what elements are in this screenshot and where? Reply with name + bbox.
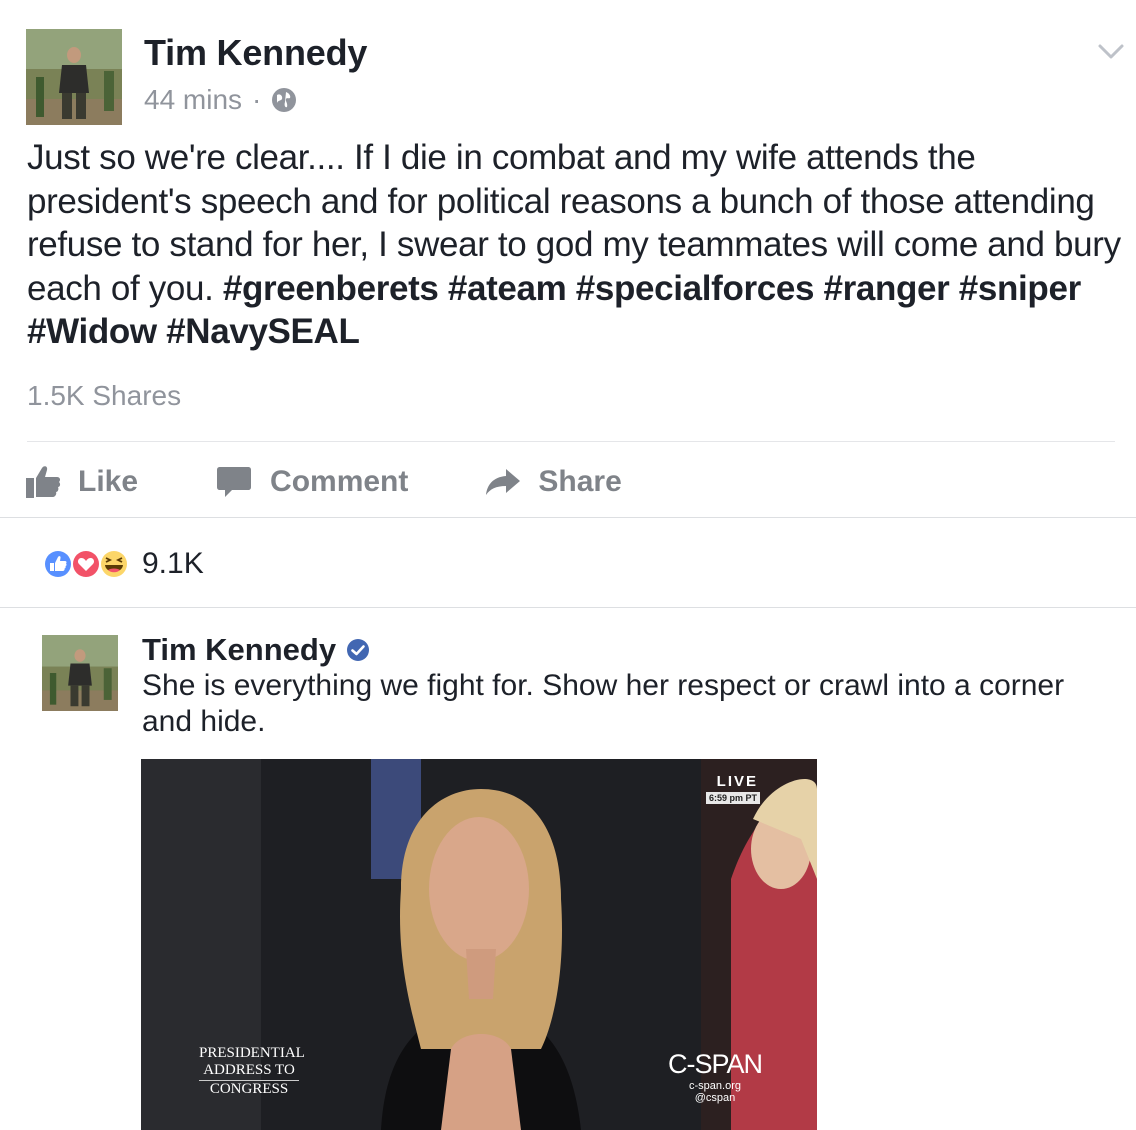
post-meta: 44 mins · (144, 84, 297, 116)
action-bar: Like Comment Share (24, 458, 622, 506)
haha-reaction-icon (99, 549, 129, 579)
caption-line: PRESIDENTIAL (199, 1045, 305, 1061)
divider (0, 607, 1136, 608)
comment-label: Comment (270, 465, 409, 498)
verified-badge-icon (347, 639, 370, 661)
author-name[interactable]: Tim Kennedy (144, 32, 367, 74)
like-reaction-icon (43, 549, 73, 579)
shares-count[interactable]: 1.5K Shares (27, 380, 181, 412)
globe-icon[interactable] (271, 87, 297, 113)
chevron-down-icon[interactable] (1096, 36, 1126, 66)
thumbs-up-icon (26, 466, 61, 498)
avatar-photo (26, 29, 122, 125)
reaction-icons (43, 549, 129, 579)
avatar-photo (42, 635, 118, 711)
cspan-handle: @cspan (694, 1092, 736, 1104)
comment-icon (217, 467, 252, 497)
share-label: Share (538, 465, 622, 498)
cspan-logo: C-SPAN (667, 1049, 763, 1079)
caption-rule (199, 1080, 299, 1081)
live-time: 6:59 pm PT (705, 792, 760, 804)
like-label: Like (78, 465, 139, 498)
reactions-summary[interactable]: 9.1K (40, 546, 204, 582)
share-arrow-icon (486, 469, 521, 495)
share-button[interactable]: Share (484, 465, 622, 499)
post-time[interactable]: 44 mins (144, 84, 242, 116)
video-thumbnail[interactable]: LIVE 6:59 pm PT PRESIDENTIAL ADDRESS TO … (141, 759, 817, 1130)
author-avatar[interactable] (26, 29, 122, 125)
live-label: LIVE (716, 773, 758, 790)
divider (0, 517, 1136, 518)
caption-line: ADDRESS TO (203, 1062, 295, 1078)
shared-post-text: She is everything we fight for. Show her… (142, 669, 1065, 738)
meta-separator: · (252, 84, 262, 115)
cspan-url: c-span.org (689, 1080, 741, 1092)
cspan-watermark: C-SPAN c-span.org @cspan (667, 1049, 763, 1104)
reaction-count: 9.1K (142, 547, 204, 580)
shared-author-avatar[interactable] (42, 635, 118, 711)
broadcast-caption: PRESIDENTIAL ADDRESS TO CONGRESS (199, 1045, 305, 1098)
shared-author-line: Tim Kennedy (142, 632, 370, 668)
love-reaction-icon (71, 549, 101, 579)
comment-button[interactable]: Comment (216, 465, 408, 499)
caption-line: CONGRESS (209, 1081, 289, 1097)
divider (27, 441, 1115, 442)
shared-author-name[interactable]: Tim Kennedy (142, 632, 336, 668)
post-text: Just so we're clear.... If I die in comb… (27, 136, 1127, 354)
like-button[interactable]: Like (24, 464, 138, 500)
